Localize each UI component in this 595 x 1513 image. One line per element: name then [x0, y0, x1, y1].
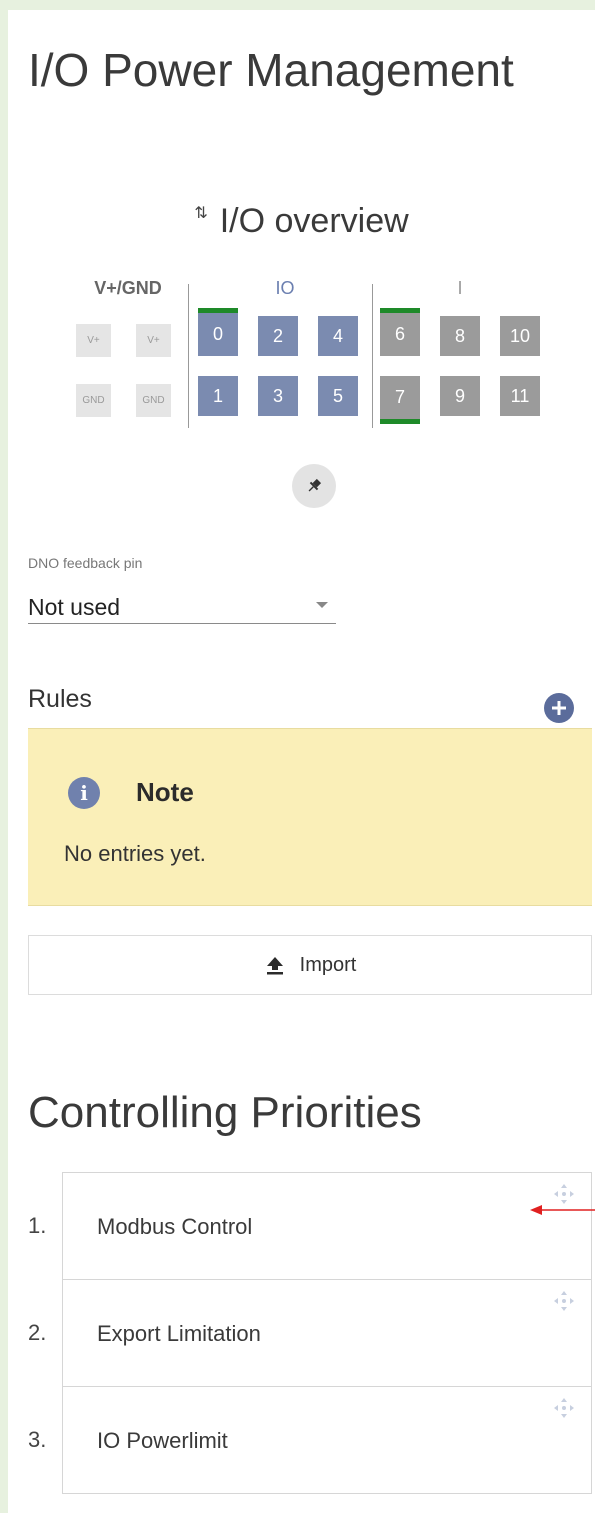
io-pin-cell[interactable]: 4	[318, 316, 358, 356]
note-text: No entries yet.	[64, 841, 206, 866]
priority-number: 1.	[28, 1213, 47, 1238]
pin-icon	[308, 478, 322, 492]
priority-number: 3.	[28, 1427, 47, 1452]
dno-feedback-value: Not used	[28, 594, 121, 620]
io-overview-grid: V+/GND IO I V+ V+ GND GND 0 2 4 1 3 5 6 …	[8, 10, 595, 510]
io-pin-cell[interactable]: 3	[258, 376, 298, 416]
io-pin-cell[interactable]: 5	[318, 376, 358, 416]
priority-label: Modbus Control	[97, 1214, 253, 1239]
controlling-priorities-title: Controlling Priorities	[28, 1088, 422, 1137]
priority-row: 1. Modbus Control	[8, 1172, 595, 1280]
note-box: i Note No entries yet.	[28, 728, 592, 906]
add-rule-button[interactable]	[544, 693, 574, 723]
dno-feedback-label: DNO feedback pin	[28, 555, 143, 571]
drag-move-icon[interactable]	[553, 1183, 575, 1205]
drag-move-icon[interactable]	[553, 1397, 575, 1419]
group-divider	[372, 284, 373, 428]
priority-card-modbus-control[interactable]: Modbus Control	[62, 1172, 592, 1280]
note-title: Note	[136, 777, 194, 807]
priority-number: 2.	[28, 1320, 47, 1345]
group-divider	[188, 284, 189, 428]
io-pin-cell[interactable]: 2	[258, 316, 298, 356]
io-pin-cell[interactable]: 0	[198, 308, 238, 356]
group-label-vgnd: V+/GND	[94, 278, 162, 298]
gnd-cell: GND	[76, 384, 111, 417]
vplus-cell: V+	[76, 324, 111, 357]
input-pin-cell[interactable]: 11	[500, 376, 540, 416]
priority-label: IO Powerlimit	[97, 1428, 228, 1453]
input-pin-cell[interactable]: 7	[380, 376, 420, 424]
input-pin-cell[interactable]: 8	[440, 316, 480, 356]
pin-button[interactable]	[292, 464, 336, 508]
import-button[interactable]: Import	[28, 935, 592, 995]
input-pin-cell[interactable]: 6	[380, 308, 420, 356]
priority-row: 2. Export Limitation	[8, 1279, 595, 1387]
priority-row: 3. IO Powerlimit	[8, 1386, 595, 1494]
input-pin-cell[interactable]: 9	[440, 376, 480, 416]
group-label-io: IO	[275, 278, 295, 298]
vplus-cell: V+	[136, 324, 171, 357]
drag-move-icon[interactable]	[553, 1290, 575, 1312]
chevron-down-icon	[316, 602, 328, 608]
info-icon: i	[68, 777, 100, 809]
priority-label: Export Limitation	[97, 1321, 261, 1346]
rules-title: Rules	[28, 685, 92, 713]
gnd-cell: GND	[136, 384, 171, 417]
annotation-arrow-icon	[530, 1205, 595, 1215]
import-label: Import	[299, 953, 357, 976]
page-panel: I/O Power Management ⇅ I/O overview V+/GN…	[8, 10, 595, 1513]
priority-card-export-limitation[interactable]: Export Limitation	[62, 1279, 592, 1387]
input-pin-cell[interactable]: 10	[500, 316, 540, 356]
group-label-input: I	[457, 278, 463, 298]
io-pin-cell[interactable]: 1	[198, 376, 238, 416]
dno-feedback-select[interactable]: Not used	[28, 586, 336, 624]
priority-card-io-powerlimit[interactable]: IO Powerlimit	[62, 1386, 592, 1494]
upload-icon	[266, 957, 283, 975]
